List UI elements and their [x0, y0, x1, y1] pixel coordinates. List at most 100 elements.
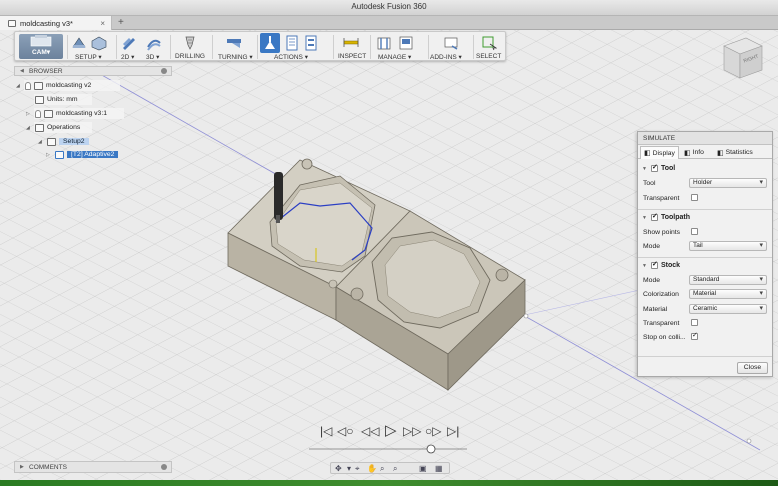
workspace-switcher[interactable]: CAM▾ [19, 34, 63, 59]
step-forward-icon[interactable]: ○▷ [425, 424, 441, 438]
tree-item-component[interactable]: ▷ moldcasting v3:1 [26, 108, 107, 119]
2d-group[interactable]: 2D ▾ [118, 32, 142, 62]
material-dropdown[interactable]: Ceramic [689, 304, 767, 314]
skip-to-start-icon[interactable]: |◁ [320, 424, 332, 438]
tab-statistics[interactable]: ◧ Statistics [714, 146, 756, 159]
select-label: SELECT [476, 53, 502, 60]
drilling-group[interactable]: DRILLING [172, 32, 208, 62]
step-back-icon[interactable]: ◁○ [337, 424, 353, 438]
tool-dropdown[interactable]: Holder [689, 178, 767, 188]
desktop-strip [0, 480, 778, 486]
toolpath-section-header[interactable]: ▼ Toolpath [642, 212, 690, 221]
viewcube[interactable]: RIGHT [716, 32, 768, 84]
tool-transparent-checkbox[interactable] [691, 194, 698, 201]
look-icon[interactable]: ⌖ [355, 464, 360, 474]
close-button[interactable]: Close [737, 362, 768, 374]
tool-section-header[interactable]: ▼ Tool [642, 163, 675, 172]
toolbar-separator [428, 35, 429, 59]
grid-settings-icon[interactable]: ▦ [435, 464, 443, 474]
tool-holder [274, 172, 283, 220]
expand-down-icon[interactable]: ◢ [38, 139, 44, 145]
section-expand-icon[interactable]: ▼ [642, 263, 648, 269]
simulation-slider[interactable] [309, 443, 467, 455]
section-expand-icon[interactable]: ▼ [642, 215, 648, 221]
colorization-dropdown[interactable]: Material [689, 289, 767, 299]
show-points-checkbox[interactable] [691, 228, 698, 235]
statistics-tab-icon: ◧ [717, 149, 724, 157]
rewind-icon[interactable]: ◁◁ [361, 424, 379, 438]
expand-icon[interactable]: ▶ [20, 464, 26, 470]
2d-milling-icon [123, 38, 135, 50]
stock-transparent-checkbox[interactable] [691, 319, 698, 326]
toolbar-separator [67, 35, 68, 59]
zoom-icon[interactable]: ⌕ [380, 464, 384, 474]
tree-item-units[interactable]: Units: mm [26, 94, 78, 105]
section-expand-icon[interactable]: ▼ [642, 166, 648, 172]
template-library-icon [399, 36, 413, 50]
workspace-label: CAM▾ [31, 49, 51, 56]
tree-item-operations[interactable]: ◢ Operations [26, 122, 80, 133]
collapse-icon[interactable]: ◀ [20, 68, 26, 74]
simulate-icon [265, 36, 275, 49]
pin-icon[interactable] [161, 68, 167, 74]
fit-icon[interactable]: ⌕ [393, 464, 397, 474]
stock-transparent-label: Transparent [643, 320, 680, 327]
toolpath-mode-dropdown[interactable]: Tail [689, 241, 767, 251]
add-ins-group[interactable]: ADD-INS ▾ [430, 32, 472, 62]
expand-right-icon[interactable]: ▷ [46, 152, 52, 158]
tree-item-operation[interactable]: ▷ [T2] Adaptive2 [46, 149, 119, 160]
stop-on-collision-checkbox[interactable] [691, 331, 698, 340]
actions-group[interactable]: ACTIONS ▾ [259, 32, 319, 62]
fast-forward-icon[interactable]: ▷▷ [403, 424, 421, 438]
colorization-label: Colorization [643, 291, 679, 298]
orbit-icon[interactable]: ✥ [335, 464, 342, 474]
simulate-tabs: ◧ Display ◧ Info ◧ Statistics [638, 146, 772, 159]
component-icon [44, 109, 53, 118]
expand-down-icon[interactable]: ◢ [26, 125, 32, 131]
visibility-bulb-icon[interactable] [25, 81, 31, 90]
add-tab-button[interactable]: + [118, 17, 124, 29]
document-tab[interactable]: moldcasting v3* × [0, 16, 112, 30]
comments-panel[interactable]: ▶ COMMENTS [14, 461, 172, 473]
tree-item-setup[interactable]: ◢ Setup2 [38, 136, 89, 147]
manage-group[interactable]: MANAGE ▾ [372, 32, 422, 62]
visibility-bulb-icon[interactable] [35, 109, 41, 118]
playback-controls: |◁ ◁○ ◁◁ ▷ ▷▷ ○▷ ▷| [315, 421, 465, 441]
stock-section-header[interactable]: ▼ Stock [642, 260, 680, 269]
play-icon[interactable]: ▷ [385, 423, 397, 438]
pin-icon[interactable] [161, 464, 167, 470]
simulate-header[interactable]: SIMULATE [638, 132, 772, 145]
inspect-label: INSPECT [338, 53, 367, 60]
turning-group[interactable]: TURNING ▾ [214, 32, 256, 62]
tab-info[interactable]: ◧ Info [681, 146, 707, 159]
pan-icon[interactable]: ✋ [367, 464, 377, 474]
select-group[interactable]: SELECT [475, 32, 505, 62]
setup-icon [47, 137, 56, 146]
show-points-label: Show points [643, 229, 681, 236]
toolbar-separator [116, 35, 117, 59]
add-ins-label: ADD-INS ▾ [430, 54, 462, 61]
display-settings-icon[interactable]: ▣ [419, 464, 427, 474]
info-tab-icon: ◧ [684, 149, 691, 157]
close-tab-icon[interactable]: × [100, 19, 105, 28]
expand-right-icon[interactable]: ▷ [26, 111, 32, 117]
navigation-bar: ✥ ▾ ⌖ ✋ ⌕ ⌕ ▣ ▦ [330, 462, 450, 474]
tree-label: moldcasting v2 [46, 82, 92, 89]
tree-label: Units: mm [47, 96, 78, 103]
toolpath-enable-checkbox[interactable] [651, 212, 658, 221]
stock-enable-checkbox[interactable] [651, 260, 658, 269]
tool-enable-checkbox[interactable] [651, 163, 658, 172]
new-setup-icon [72, 37, 86, 48]
3d-group[interactable]: 3D ▾ [143, 32, 167, 62]
tab-display[interactable]: ◧ Display [640, 146, 679, 159]
tree-label: moldcasting v3:1 [56, 110, 108, 117]
browser-header[interactable]: ◀ BROWSER [14, 66, 172, 76]
tree-item-root[interactable]: ◢ moldcasting v2 [16, 80, 91, 91]
skip-to-end-icon[interactable]: ▷| [447, 424, 459, 438]
expand-down-icon[interactable]: ◢ [16, 83, 22, 89]
toolbar-separator [333, 35, 334, 59]
inspect-group[interactable]: INSPECT [335, 32, 367, 62]
look-at-icon[interactable]: ▾ [347, 464, 351, 474]
stock-mode-dropdown[interactable]: Standard [689, 275, 767, 285]
setup-group[interactable]: SETUP ▾ [69, 32, 115, 62]
